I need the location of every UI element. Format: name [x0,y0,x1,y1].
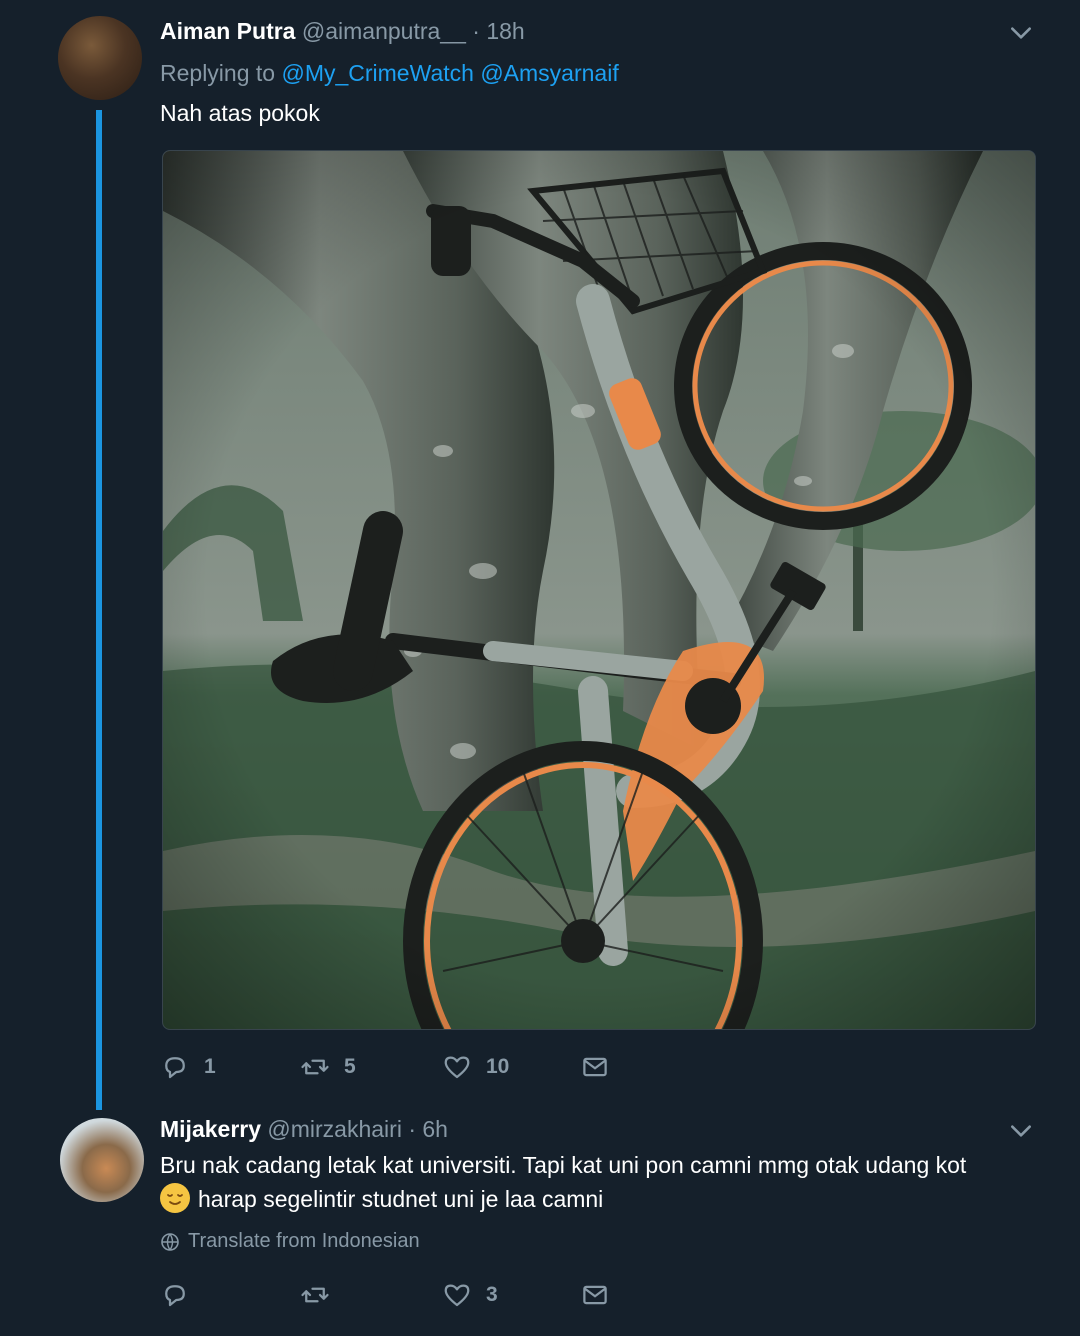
share-icon [583,1285,607,1305]
reply-button[interactable]: 1 [160,1050,216,1084]
display-name[interactable]: Mijakerry [160,1116,261,1142]
translate-link[interactable]: Translate from Indonesian [160,1230,420,1253]
thread-line [96,110,102,1110]
mention-link[interactable]: @Amsyarnaif [480,60,618,86]
share-button[interactable] [580,1278,610,1312]
like-button[interactable]: 3 [442,1278,498,1312]
replying-to: Replying to @My_CrimeWatch @Amsyarnaif [160,58,619,88]
globe-icon [161,1232,179,1251]
like-button[interactable]: 10 [442,1050,509,1084]
share-button[interactable] [580,1050,610,1084]
tweet-text-line: harap segelintir studnet uni je laa camn… [160,1182,1040,1216]
avatar[interactable] [58,16,142,100]
tweet-text-line: Bru nak cadang letak kat universiti. Tap… [160,1152,967,1178]
like-count: 10 [486,1055,510,1078]
retweet-button[interactable]: 5 [300,1050,356,1084]
tweet-actions: 1 5 10 [160,1050,680,1084]
share-icon [583,1057,607,1077]
separator: · [408,1116,416,1142]
reply-button[interactable] [160,1278,204,1312]
tweet-photo[interactable] [162,150,1036,1030]
avatar[interactable] [60,1118,144,1202]
chevron-down-icon[interactable] [1008,20,1034,46]
tweet-header: Mijakerry @mirzakhairi · 6h [160,1114,448,1144]
like-icon [444,1056,470,1079]
reply-icon [165,1057,185,1079]
user-handle[interactable]: @mirzakhairi [267,1116,402,1142]
relieved-face-icon [160,1183,190,1213]
user-handle[interactable]: @aimanputra__ [302,18,466,44]
tweet-text-segment: harap segelintir studnet uni je laa camn… [198,1186,604,1212]
display-name[interactable]: Aiman Putra [160,18,295,44]
tweet-actions: 3 [160,1278,680,1312]
translate-label: Translate from Indonesian [188,1230,420,1252]
like-icon [444,1284,470,1307]
tweet-text: Bru nak cadang letak kat universiti. Tap… [160,1148,1040,1216]
tweet[interactable]: Mijakerry @mirzakhairi · 6h Bru nak cada… [0,1110,1080,1336]
bicycle-in-tree-photo [163,151,1035,1029]
mention-link[interactable]: @My_CrimeWatch [281,60,473,86]
replying-prefix: Replying to [160,60,276,86]
timestamp[interactable]: 6h [422,1116,448,1142]
retweet-count: 5 [344,1055,356,1078]
retweet-button[interactable] [300,1278,344,1312]
tweet-text: Nah atas pokok [160,100,320,126]
reply-icon [165,1285,185,1307]
retweet-icon [301,1287,329,1303]
reply-count: 1 [204,1055,216,1078]
retweet-icon [301,1059,329,1075]
separator: · [472,18,480,44]
like-count: 3 [486,1283,498,1306]
tweet-header: Aiman Putra @aimanputra__ · 18h [160,16,525,46]
timestamp[interactable]: 18h [486,18,524,44]
tweet[interactable]: Aiman Putra @aimanputra__ · 18h Replying… [0,0,1080,1110]
chevron-down-icon[interactable] [1008,1118,1034,1144]
